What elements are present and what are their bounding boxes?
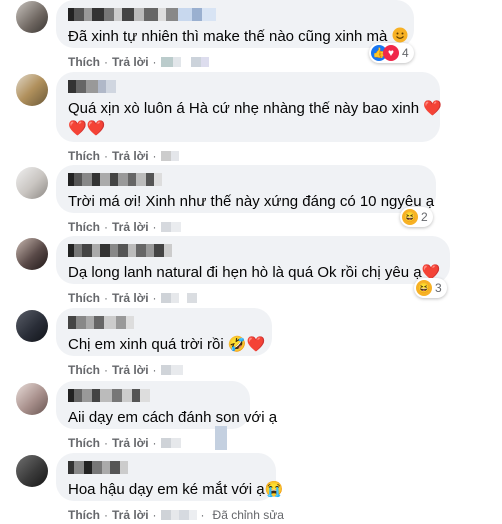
author-name-pixelated[interactable] [68,80,428,93]
heart-emoji-icon: ❤️ [246,336,266,353]
comment-text: Hoa hậu dạy em ké mắt với ạ [68,481,265,498]
timestamp-pixelated[interactable] [160,365,171,375]
comment-actions: Thích · Trả lời · [68,426,227,450]
avatar[interactable] [16,1,48,33]
reaction-summary[interactable]: 👍 ♥ 4 [369,43,414,63]
reaction-count: 2 [421,210,428,224]
reaction-summary[interactable]: 😆 2 [400,207,433,227]
reply-link[interactable]: Trả lời [112,363,149,377]
crying-emoji-icon: 😭 [264,481,284,498]
author-name-pixelated[interactable] [68,8,402,21]
avatar[interactable] [16,310,48,342]
haha-icon: 😆 [416,280,432,296]
reply-link[interactable]: Trả lời [112,508,149,522]
author-name-pixelated[interactable] [68,389,238,402]
comment-bubble: Hoa hậu dạy em ké mắt với ạ😭 [56,453,283,501]
like-link[interactable]: Thích [68,149,100,163]
avatar[interactable] [16,74,48,106]
comment-actions: Thích · Trả lời · [68,220,181,234]
timestamp-pixelated[interactable] [160,151,171,161]
comment-bubble: Trời má ơi! Xinh như thế này xứng đáng c… [56,165,436,213]
comment-actions: Thích · Trả lời · · Đã chỉnh sửa [68,508,284,522]
timestamp-pixelated[interactable] [160,222,171,232]
timestamp-pixelated[interactable] [160,438,171,448]
comment-text: Đã xinh tự nhiên thì make thế nào cũng x… [68,28,388,45]
timestamp-pixelated[interactable] [160,510,171,520]
comment-bubble: Dạ long lanh natural đi hẹn hò là quá Ok… [56,236,450,284]
author-name-pixelated[interactable] [68,244,438,257]
heart-emoji-icon: ❤️ [423,100,442,117]
smile-emoji-icon [392,27,408,43]
comment-actions: Thích · Trả lời · [68,55,209,69]
comment-bubble: Đã xinh tự nhiên thì make thế nào cũng x… [56,0,414,48]
comment-actions: Thích · Trả lời · [68,291,197,305]
timestamp-pixelated[interactable] [160,57,173,67]
comment-text: Aii dạy em cách đánh son với ạ [68,409,278,426]
reply-link[interactable]: Trả lời [112,220,149,234]
reaction-count: 4 [402,46,409,60]
reply-link[interactable]: Trả lời [112,291,149,305]
comment-actions: Thích · Trả lời · [68,363,183,377]
like-link[interactable]: Thích [68,291,100,305]
comment-bubble: Aii dạy em cách đánh son với ạ [56,381,277,429]
edited-label[interactable]: Đã chỉnh sửa [213,508,284,522]
comment-bubble: Chị em xinh quá trời rồi 🤣❤️ [56,308,272,356]
like-link[interactable]: Thích [68,436,100,450]
reply-link[interactable]: Trả lời [112,55,149,69]
author-name-pixelated[interactable] [68,173,424,186]
timestamp-pixelated[interactable] [160,293,171,303]
avatar[interactable] [16,455,48,487]
like-link[interactable]: Thích [68,220,100,234]
reply-link[interactable]: Trả lời [112,149,149,163]
comment-text: Chị em xinh quá trời rồi [68,336,224,353]
heart-icon: ♥ [383,45,399,61]
like-link[interactable]: Thích [68,55,100,69]
comment-actions: Thích · Trả lời · [68,149,179,163]
reaction-summary[interactable]: 😆 3 [414,278,447,298]
like-link[interactable]: Thích [68,363,100,377]
comment-text: Quá xịn xò luôn á Hà cứ nhẹ nhàng thế nà… [68,100,420,117]
avatar[interactable] [16,383,48,415]
author-name-pixelated[interactable] [68,316,260,329]
like-link[interactable]: Thích [68,508,100,522]
avatar[interactable] [16,167,48,199]
comment-bubble: Quá xịn xò luôn á Hà cứ nhẹ nhàng thế nà… [56,72,442,142]
haha-icon: 😆 [402,209,418,225]
laughing-emoji-icon: 🤣 [227,336,247,353]
comment-text: Dạ long lanh natural đi hẹn hò là quá Ok… [68,264,422,281]
reaction-count: 3 [435,281,442,295]
reply-link[interactable]: Trả lời [112,436,149,450]
avatar[interactable] [16,238,48,270]
author-name-pixelated[interactable] [68,461,264,474]
comment-text: Trời má ơi! Xinh như thế này xứng đáng c… [68,193,435,210]
emoji-line: ❤️❤️ [68,119,428,139]
heart-emoji-icon: ❤️❤️ [68,120,106,137]
